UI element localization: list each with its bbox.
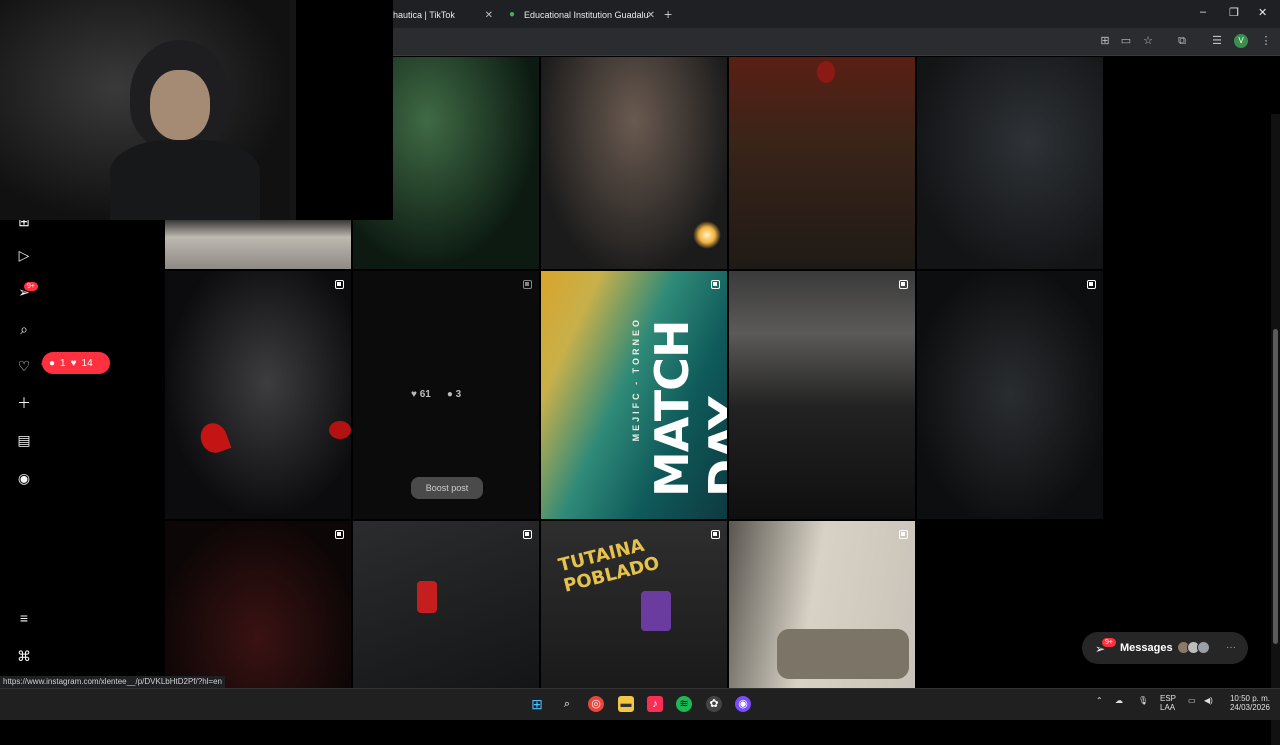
volume-icon[interactable]: ◀) bbox=[1204, 696, 1213, 705]
like-count: 14 bbox=[81, 357, 93, 369]
avatar bbox=[1197, 641, 1210, 654]
app-icon[interactable]: ✿ bbox=[706, 696, 722, 712]
tutaina-sign: TUTAINA POBLADO bbox=[556, 534, 662, 597]
devil-horn-shape bbox=[196, 419, 232, 457]
post-thumbnail[interactable] bbox=[165, 271, 351, 519]
taskbar bbox=[0, 688, 1280, 720]
carousel-icon bbox=[1087, 280, 1096, 289]
carousel-icon bbox=[523, 280, 532, 289]
like-icon: ♥ bbox=[70, 357, 77, 369]
webcam-black-panel bbox=[296, 0, 393, 220]
poster-title: MATCH DAY bbox=[645, 320, 727, 497]
reels-icon[interactable]: ▷ bbox=[15, 246, 33, 264]
close-tab-icon[interactable]: ✕ bbox=[485, 10, 493, 21]
scrollbar[interactable] bbox=[1271, 114, 1280, 745]
messages-badge: 9+ bbox=[1102, 638, 1116, 647]
status-url: https://www.instagram.com/xlentee__/p/DV… bbox=[0, 676, 225, 688]
tab-label: hautica | TikTok bbox=[393, 10, 455, 20]
profile-avatar[interactable]: V bbox=[1234, 34, 1248, 48]
post-thumbnail[interactable]: ♥ 61 ● 3 Boost post bbox=[353, 271, 539, 519]
restore-button[interactable]: ❐ bbox=[1229, 6, 1239, 19]
carousel-icon bbox=[899, 530, 908, 539]
windows-start-icon[interactable]: ⊞ bbox=[529, 696, 545, 712]
message-avatars bbox=[1177, 641, 1210, 654]
dashboard-icon[interactable]: ▤ bbox=[15, 431, 33, 449]
cloud-icon: ☁ bbox=[1115, 696, 1123, 705]
notifications-badge: 9+ bbox=[24, 282, 38, 291]
tab-educational-institution[interactable]: ● Educational Institution Guadalu ✕ bbox=[505, 4, 655, 26]
profile-icon[interactable]: ◉ bbox=[15, 469, 33, 487]
post-thumbnail[interactable] bbox=[165, 521, 351, 688]
minimize-button[interactable]: – bbox=[1200, 6, 1206, 18]
microphone-icon: 🎙 bbox=[1138, 696, 1149, 705]
cast-icon[interactable]: ▭ bbox=[1119, 34, 1133, 48]
file-explorer-icon[interactable]: ▬ bbox=[618, 696, 634, 712]
bookmark-star-icon[interactable]: ☆ bbox=[1141, 34, 1155, 48]
music-app-icon[interactable]: ♪ bbox=[647, 696, 663, 712]
post-thumbnail[interactable] bbox=[353, 521, 539, 688]
post-thumbnail[interactable] bbox=[541, 57, 727, 269]
extensions-icon[interactable]: ⧉ bbox=[1175, 34, 1189, 48]
likes-stat: ♥ 61 bbox=[411, 389, 431, 400]
reading-list-icon[interactable]: ☰ bbox=[1210, 34, 1224, 48]
match-day-poster: MEJIFC - TORNEO MATCH DAY bbox=[591, 287, 727, 497]
language-indicator[interactable]: ESP LAA bbox=[1160, 694, 1176, 712]
messages-label: Messages bbox=[1120, 642, 1173, 654]
more-icon[interactable]: ··· bbox=[1226, 642, 1236, 653]
comments-stat: ● 3 bbox=[446, 389, 462, 400]
tray-overflow-icon[interactable]: ⌃ bbox=[1096, 696, 1103, 705]
post-thumbnail[interactable] bbox=[917, 57, 1103, 269]
post-thumbnail[interactable]: MEJIFC - TORNEO MATCH DAY bbox=[541, 271, 727, 519]
carousel-icon bbox=[335, 280, 344, 289]
comment-icon: ● bbox=[49, 357, 56, 369]
search-icon[interactable]: ⌕ bbox=[559, 696, 575, 712]
post-thumbnail[interactable] bbox=[729, 521, 915, 688]
sparkler-glow bbox=[693, 221, 721, 249]
carousel-icon bbox=[711, 280, 720, 289]
close-tab-icon[interactable]: ✕ bbox=[647, 10, 655, 21]
carousel-icon bbox=[335, 530, 344, 539]
purple-jacket-shape bbox=[641, 591, 671, 631]
post-thumbnail[interactable]: TUTAINA POBLADO bbox=[541, 521, 727, 688]
close-window-button[interactable]: ✕ bbox=[1258, 6, 1267, 19]
red-corset-shape bbox=[417, 581, 437, 613]
sofa-shape bbox=[777, 629, 909, 679]
also-from-meta-icon[interactable]: ⌘ bbox=[15, 647, 33, 665]
devil-horn-shape bbox=[329, 421, 351, 439]
carousel-icon bbox=[899, 280, 908, 289]
poster-subtitle: MEJIFC - TORNEO bbox=[631, 317, 641, 442]
boost-post-button[interactable]: Boost post bbox=[411, 477, 483, 499]
scrollbar-thumb[interactable] bbox=[1273, 329, 1278, 644]
network-icon[interactable]: ▭ bbox=[1188, 696, 1196, 705]
map-pin-icon: ● bbox=[509, 9, 516, 20]
hoodie-shape bbox=[110, 140, 260, 220]
search-icon[interactable]: ⌕ bbox=[15, 320, 33, 338]
tab-tiktok[interactable]: hautica | TikTok ✕ bbox=[393, 4, 493, 26]
chrome-icon[interactable]: ◎ bbox=[588, 696, 604, 712]
create-icon[interactable]: ＋ bbox=[15, 394, 33, 412]
post-stats: ♥ 61 ● 3 bbox=[411, 389, 461, 400]
clock[interactable]: 10:50 p. m. 24/03/2026 bbox=[1226, 694, 1270, 712]
new-tab-button[interactable]: + bbox=[664, 6, 672, 22]
webcam-overlay bbox=[0, 0, 393, 220]
obs-icon[interactable]: ◉ bbox=[735, 696, 751, 712]
tab-label: Educational Institution Guadalu bbox=[524, 10, 649, 20]
notification-pill[interactable]: ● 1 ♥ 14 bbox=[41, 352, 110, 374]
translate-icon[interactable]: ⊞ bbox=[1098, 34, 1112, 48]
messages-button[interactable]: Messages bbox=[1082, 632, 1248, 664]
post-thumbnail[interactable] bbox=[729, 271, 915, 519]
balloon-shape bbox=[817, 61, 835, 83]
menu-icon[interactable]: ⋮ bbox=[1259, 34, 1273, 48]
spotify-icon[interactable]: ≋ bbox=[676, 696, 692, 712]
post-thumbnail[interactable] bbox=[729, 57, 915, 269]
more-menu-icon[interactable]: ≡ bbox=[15, 609, 33, 627]
heart-icon[interactable]: ♡ bbox=[15, 357, 33, 375]
comment-count: 1 bbox=[60, 357, 66, 369]
face-shape bbox=[150, 70, 210, 140]
carousel-icon bbox=[523, 530, 532, 539]
post-thumbnail[interactable] bbox=[917, 271, 1103, 519]
